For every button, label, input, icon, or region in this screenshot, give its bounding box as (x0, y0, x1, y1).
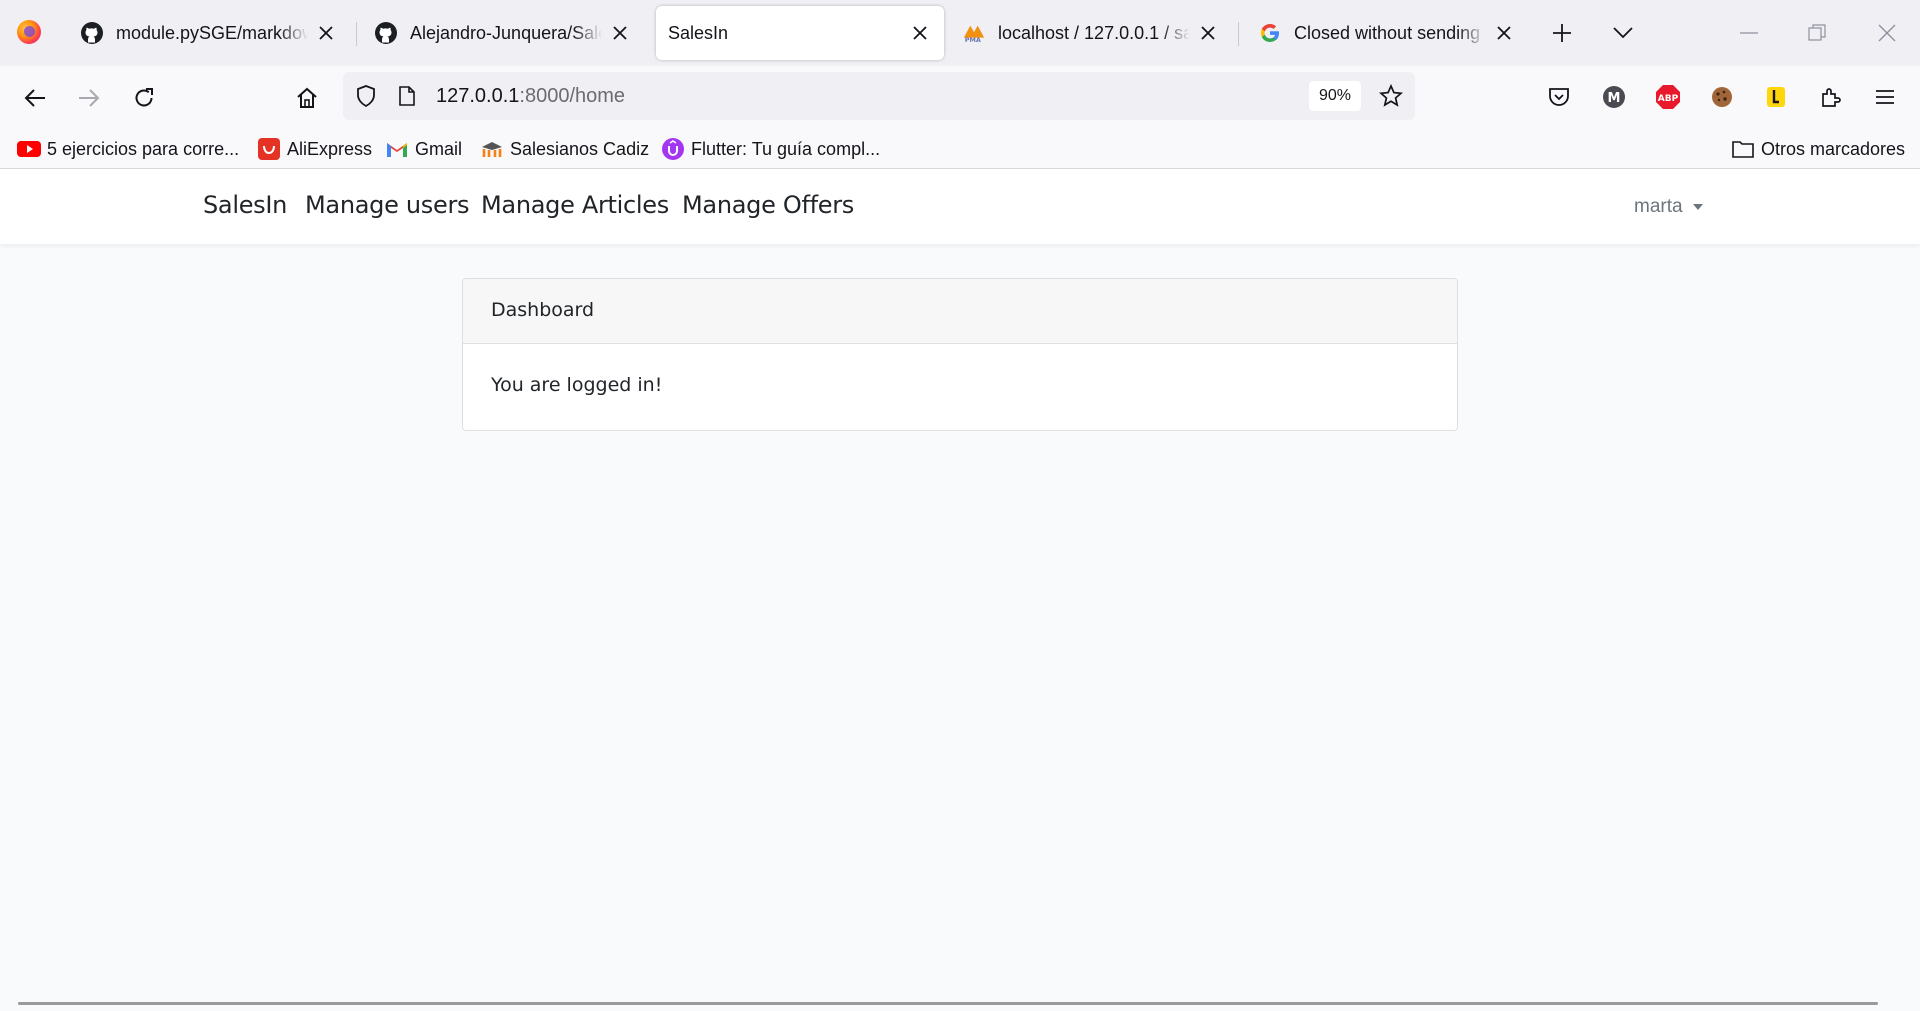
cookie-icon[interactable] (1707, 82, 1737, 112)
page-info-icon[interactable] (395, 84, 419, 108)
forward-arrow-icon[interactable] (72, 81, 106, 115)
other-bookmarks-folder[interactable]: Otros marcadores (1731, 136, 1905, 162)
bookmark-flutter-course[interactable]: Flutter: Tu guía compl... (661, 136, 880, 162)
caret-down-icon (1692, 204, 1703, 210)
svg-text:M: M (1608, 91, 1621, 106)
bookmark-gmail[interactable]: Gmail (385, 136, 462, 162)
tab-strip: module.pySGE/markdown Alejandro-Junquera… (0, 0, 1920, 66)
url-text[interactable]: 127.0.0.1:8000/home (436, 85, 625, 108)
nav-manage-offers[interactable]: Manage Offers (682, 191, 854, 219)
tab-module-pysge[interactable]: module.pySGE/markdown (62, 6, 350, 60)
home-icon[interactable] (290, 81, 324, 115)
close-tab-icon[interactable] (608, 21, 632, 45)
folder-icon (1731, 137, 1755, 161)
youtube-icon (17, 137, 41, 161)
browser-toolbar: 127.0.0.1:8000/home 90% (0, 66, 1920, 128)
back-arrow-icon[interactable] (18, 81, 52, 115)
bookmark-star-icon[interactable] (1379, 84, 1403, 108)
close-tab-icon[interactable] (908, 21, 932, 45)
brand-link[interactable]: SalesIn (203, 191, 287, 219)
firefox-logo-icon[interactable] (17, 20, 41, 44)
bookmark-label: 5 ejercicios para corre... (47, 138, 240, 159)
card-body: You are logged in! (491, 374, 663, 396)
list-all-tabs-chevron-down-icon[interactable] (1608, 18, 1638, 48)
udemy-icon (661, 137, 685, 161)
tab-title: Closed without sending a request (1294, 22, 1486, 43)
url-path: :8000/home (519, 85, 626, 107)
github-icon (374, 21, 398, 45)
close-tab-icon[interactable] (314, 21, 338, 45)
tab-salesin-active[interactable]: SalesIn (656, 6, 944, 60)
restore-window-icon[interactable] (1802, 18, 1832, 48)
bookmark-label: Otros marcadores (1761, 138, 1906, 159)
aliexpress-icon (257, 137, 281, 161)
url-host: 127.0.0.1 (436, 85, 520, 107)
bookmark-youtube[interactable]: 5 ejercicios para corre... (17, 136, 239, 162)
google-icon (1258, 21, 1282, 45)
close-tab-icon[interactable] (1492, 21, 1516, 45)
bookmark-label: Flutter: Tu guía compl... (691, 138, 881, 159)
tab-title: SalesIn (668, 22, 729, 43)
tab-phpmyadmin[interactable]: PMA localhost / 127.0.0.1 / salesin (944, 6, 1232, 60)
minimize-window-icon[interactable] (1734, 18, 1764, 48)
tab-salesin-repo[interactable]: Alejandro-Junquera/SalesIn (356, 6, 644, 60)
tab-title: module.pySGE/markdown (116, 22, 308, 43)
close-window-icon[interactable] (1872, 18, 1902, 48)
svg-text:ABP: ABP (1658, 94, 1679, 104)
tab-google-closed[interactable]: Closed without sending a request (1240, 6, 1528, 60)
menu-hamburger-icon[interactable] (1870, 82, 1900, 112)
dashboard-card: Dashboard You are logged in! (462, 278, 1458, 431)
pocket-icon[interactable] (1544, 82, 1574, 112)
github-icon (80, 21, 104, 45)
bookmarks-toolbar: 5 ejercicios para corre... AliExpress Gm… (0, 128, 1920, 169)
page-content: SalesIn Manage users Manage Articles Man… (0, 169, 1920, 1011)
lastpass-icon[interactable] (1761, 82, 1791, 112)
tab-title: Alejandro-Junquera/SalesIn (410, 22, 602, 43)
phpmyadmin-icon: PMA (962, 21, 986, 45)
reload-icon[interactable] (127, 81, 161, 115)
zoom-level-badge[interactable]: 90% (1309, 81, 1361, 111)
gmail-icon (385, 137, 409, 161)
svg-text:PMA: PMA (965, 36, 981, 44)
bookmark-label: AliExpress (287, 138, 373, 159)
bookmark-label: Salesianos Cadiz (510, 138, 650, 159)
bookmark-salesianos-cadiz[interactable]: Salesianos Cadiz (480, 136, 649, 162)
moodle-icon (480, 137, 504, 161)
close-tab-icon[interactable] (1196, 21, 1220, 45)
user-name: marta (1634, 196, 1683, 217)
card-header: Dashboard (463, 279, 1457, 344)
url-bar[interactable]: 127.0.0.1:8000/home 90% (343, 72, 1415, 120)
tab-title: localhost / 127.0.0.1 / salesin (998, 22, 1190, 43)
horizontal-scrollbar[interactable] (18, 1002, 1878, 1005)
m-extension-icon[interactable]: M (1599, 82, 1629, 112)
new-tab-plus-icon[interactable] (1547, 18, 1577, 48)
tracking-protection-shield-icon[interactable] (354, 84, 378, 108)
nav-manage-users[interactable]: Manage users (305, 191, 470, 219)
nav-manage-articles[interactable]: Manage Articles (481, 191, 669, 219)
adblock-plus-icon[interactable]: ABP (1653, 82, 1683, 112)
bookmark-aliexpress[interactable]: AliExpress (257, 136, 372, 162)
extensions-icon[interactable] (1816, 82, 1846, 112)
bookmark-label: Gmail (415, 138, 463, 159)
user-dropdown[interactable]: marta (1634, 196, 1703, 218)
tab-separator (1238, 22, 1239, 46)
app-navbar: SalesIn Manage users Manage Articles Man… (0, 169, 1920, 244)
